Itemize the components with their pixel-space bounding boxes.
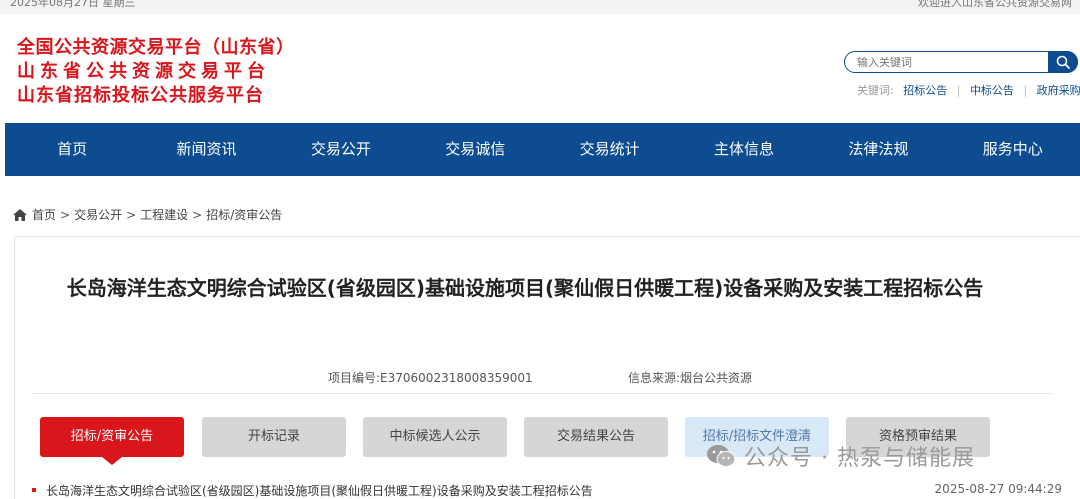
project-code-value: E3706002318008359001 — [380, 371, 533, 385]
breadcrumb-separator: > — [126, 207, 137, 222]
top-bar: 2025年08月27日 星期三 欢迎进入山东省公共资源交易网 — [0, 0, 1080, 14]
nav-item-trade-public[interactable]: 交易公开 — [274, 123, 408, 176]
nav-item-trade-credit[interactable]: 交易诚信 — [408, 123, 542, 176]
search-button[interactable] — [1048, 51, 1078, 73]
tab-candidate-publicity[interactable]: 中标候选人公示 — [363, 417, 507, 457]
wechat-icon — [707, 445, 736, 467]
keyword-link-bid-notice[interactable]: 招标公告 — [903, 84, 947, 97]
nav-item-trade-stats[interactable]: 交易统计 — [543, 123, 677, 176]
info-source: 信息来源:烟台公共资源 — [628, 369, 752, 386]
hot-keywords: 关键词: 招标公告 | 中标公告 | 政府采购 — [857, 82, 1080, 98]
tab-bid-opening-record[interactable]: 开标记录 — [202, 417, 346, 457]
nav-item-home[interactable]: 首页 — [5, 123, 139, 176]
nav-item-laws[interactable]: 法律法规 — [811, 123, 945, 176]
info-source-value: 烟台公共资源 — [680, 371, 753, 385]
breadcrumb: 首页 > 交易公开 > 工程建设 > 招标/资审公告 — [12, 206, 282, 223]
site-logo[interactable]: 全国公共资源交易平台（山东省） 山东省公共资源交易平台 山东省招标投标公共服务平… — [17, 36, 295, 108]
logo-line-3: 山东省招标投标公共服务平台 — [17, 85, 264, 106]
article-title: 长岛海洋生态文明综合试验区(省级园区)基础设施项目(聚仙假日供暖工程)设备采购及… — [66, 276, 984, 300]
info-source-label: 信息来源: — [628, 371, 681, 385]
breadcrumb-separator: > — [192, 207, 203, 222]
breadcrumb-separator: > — [60, 207, 71, 222]
project-code: 项目编号:E3706002318008359001 — [328, 369, 533, 386]
search-icon — [1056, 55, 1070, 69]
main-nav: 首页 新闻资讯 交易公开 交易诚信 交易统计 主体信息 法律法规 服务中心 — [5, 123, 1080, 176]
list-item-time: 2025-08-27 09:44:29 — [934, 482, 1062, 496]
keyword-link-award-notice[interactable]: 中标公告 — [970, 84, 1014, 97]
watermark-text: 公众号 · 热泵与储能展 — [744, 446, 975, 471]
bullet-icon — [32, 488, 36, 492]
list-item-title[interactable]: 长岛海洋生态文明综合试验区(省级园区)基础设施项目(聚仙假日供暖工程)设备采购及… — [46, 482, 593, 499]
home-icon — [13, 208, 27, 221]
keyword-link-gov-procurement[interactable]: 政府采购 — [1037, 84, 1080, 97]
divider — [33, 393, 1053, 394]
nav-item-news[interactable]: 新闻资讯 — [139, 123, 273, 176]
list-item[interactable]: 长岛海洋生态文明综合试验区(省级园区)基础设施项目(聚仙假日供暖工程)设备采购及… — [32, 482, 1072, 498]
breadcrumb-home[interactable]: 首页 — [32, 206, 56, 223]
search-input[interactable] — [857, 54, 1037, 70]
tab-trade-result[interactable]: 交易结果公告 — [524, 417, 668, 457]
nav-item-service-center[interactable]: 服务中心 — [946, 123, 1080, 176]
keywords-label: 关键词: — [857, 84, 894, 97]
project-code-label: 项目编号: — [328, 371, 381, 385]
nav-item-entity-info[interactable]: 主体信息 — [677, 123, 811, 176]
tab-bid-notice[interactable]: 招标/资审公告 — [40, 417, 184, 465]
keyword-separator: | — [956, 84, 961, 97]
search-box — [844, 51, 1078, 73]
logo-line-2: 山东省公共资源交易平台 — [17, 61, 270, 82]
keyword-separator: | — [1023, 84, 1028, 97]
logo-line-1: 全国公共资源交易平台（山东省） — [17, 37, 295, 58]
current-date: 2025年08月27日 星期三 — [10, 0, 136, 9]
wechat-watermark: 公众号 · 热泵与储能展 — [706, 440, 975, 472]
breadcrumb-trade-public[interactable]: 交易公开 — [74, 206, 122, 223]
welcome-text: 欢迎进入山东省公共资源交易网 — [918, 0, 1072, 9]
breadcrumb-engineering[interactable]: 工程建设 — [140, 206, 188, 223]
breadcrumb-current[interactable]: 招标/资审公告 — [206, 206, 282, 223]
